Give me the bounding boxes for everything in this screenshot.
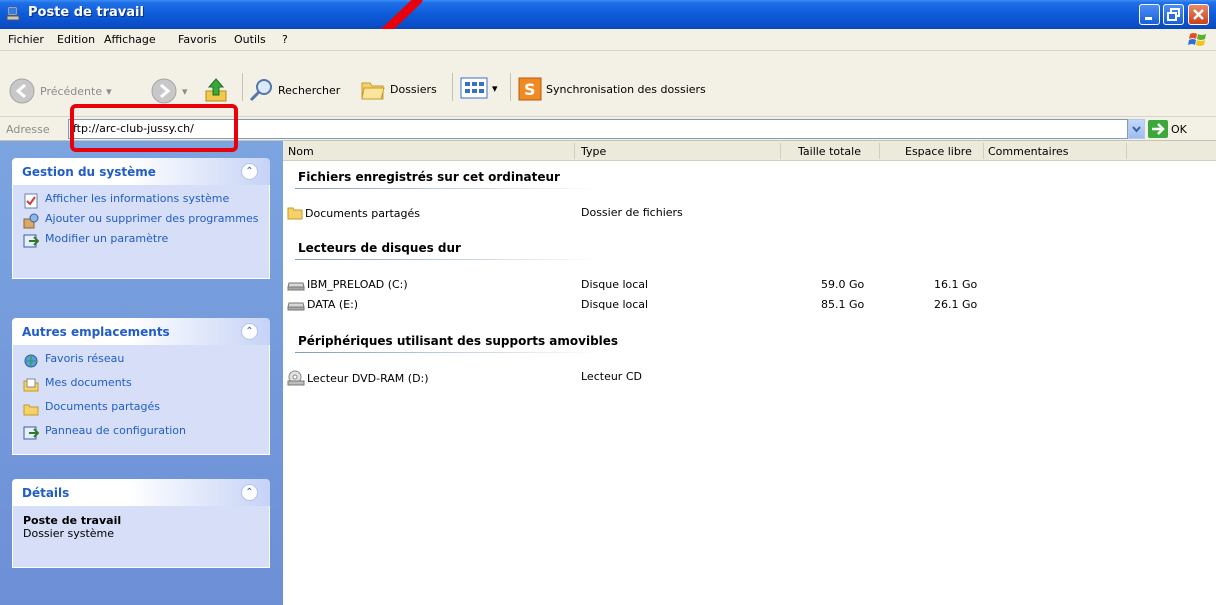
- details-panel: Détails ⌃ Poste de travail Dossier systè…: [12, 479, 270, 568]
- forward-arrow-icon: [151, 78, 177, 104]
- my-documents-icon: [23, 378, 39, 392]
- explorer-window: Poste de travail Fichier Edition Afficha…: [0, 0, 1216, 605]
- column-divider[interactable]: [1126, 143, 1127, 159]
- place-network[interactable]: Favoris réseau: [23, 353, 259, 369]
- collapse-chevron-icon[interactable]: ⌃: [241, 484, 258, 501]
- search-button[interactable]: Rechercher: [248, 77, 340, 103]
- group-divider: [295, 259, 600, 260]
- column-total-size[interactable]: Taille totale: [798, 145, 861, 158]
- windows-flag-icon: [1188, 33, 1206, 46]
- column-divider[interactable]: [983, 143, 984, 159]
- list-item[interactable]: Lecteur DVD-RAM (D:) Lecteur CD: [283, 369, 1216, 386]
- search-icon: [249, 79, 272, 102]
- menu-outils[interactable]: Outils: [234, 33, 266, 46]
- details-name: Poste de travail: [23, 514, 122, 527]
- column-divider[interactable]: [879, 143, 880, 159]
- svg-text:S: S: [524, 80, 536, 99]
- system-tasks-header[interactable]: Gestion du système ⌃: [12, 158, 270, 185]
- folder-icon: [287, 207, 303, 220]
- place-my-documents[interactable]: Mes documents: [23, 377, 259, 393]
- menu-help[interactable]: ?: [282, 33, 288, 46]
- system-info-icon: [24, 193, 38, 209]
- group-header: Fichiers enregistrés sur cet ordinateur: [298, 170, 560, 184]
- dvd-drive-icon: [287, 370, 305, 386]
- column-free-space[interactable]: Espace libre: [905, 145, 972, 158]
- list-item[interactable]: DATA (E:) Disque local 85.1 Go 26.1 Go: [283, 297, 1216, 313]
- add-remove-programs-icon: [23, 213, 39, 229]
- back-button[interactable]: Précédente ▾: [8, 77, 112, 105]
- place-control-panel[interactable]: Panneau de configuration: [23, 425, 259, 441]
- column-divider[interactable]: [574, 143, 575, 159]
- menu-favoris[interactable]: Favoris: [178, 33, 217, 46]
- list-item[interactable]: Documents partagés Dossier de fichiers: [283, 205, 1216, 221]
- sync-folders-button[interactable]: S Synchronisation des dossiers: [518, 77, 706, 101]
- list-item[interactable]: IBM_PRELOAD (C:) Disque local 59.0 Go 16…: [283, 277, 1216, 293]
- column-comments[interactable]: Commentaires: [988, 145, 1068, 158]
- menu-fichier[interactable]: Fichier: [8, 33, 44, 46]
- toolbar-separator: [510, 73, 511, 101]
- hard-drive-icon: [287, 282, 305, 290]
- details-header[interactable]: Détails ⌃: [12, 479, 270, 506]
- control-panel-icon: [23, 426, 39, 440]
- column-type[interactable]: Type: [581, 145, 606, 158]
- views-button[interactable]: ▾: [460, 77, 498, 99]
- chevron-down-icon: [1132, 126, 1141, 133]
- address-label: Adresse: [6, 123, 50, 136]
- task-add-remove-programs[interactable]: Ajouter ou supprimer des programmes: [23, 213, 259, 229]
- menu-edition[interactable]: Edition: [57, 33, 95, 46]
- go-arrow-icon: [1148, 120, 1168, 138]
- group-divider: [295, 188, 600, 189]
- up-folder-button[interactable]: [204, 77, 230, 103]
- collapse-chevron-icon[interactable]: ⌃: [241, 323, 258, 340]
- group-header: Périphériques utilisant des supports amo…: [298, 334, 619, 348]
- file-list-view: Nom Type Taille totale Espace libre Comm…: [283, 141, 1216, 605]
- task-pane: Gestion du système ⌃ Afficher les inform…: [0, 141, 283, 605]
- back-arrow-icon: [9, 78, 35, 104]
- column-header-row: Nom Type Taille totale Espace libre Comm…: [283, 141, 1216, 161]
- folder-icon: [23, 404, 39, 416]
- column-name[interactable]: Nom: [288, 145, 314, 158]
- folders-button[interactable]: Dossiers: [360, 77, 437, 101]
- other-places-header[interactable]: Autres emplacements ⌃: [12, 318, 270, 345]
- hard-drive-icon: [287, 302, 305, 310]
- views-icon: [460, 77, 488, 99]
- address-dropdown-button[interactable]: [1128, 119, 1145, 139]
- system-tasks-panel: Gestion du système ⌃ Afficher les inform…: [12, 158, 270, 279]
- sync-icon: S: [518, 77, 542, 101]
- place-shared-documents[interactable]: Documents partagés: [23, 401, 259, 417]
- menu-affichage[interactable]: Affichage: [104, 33, 156, 46]
- control-panel-icon: [23, 234, 39, 248]
- toolbar-separator: [242, 73, 243, 101]
- collapse-chevron-icon[interactable]: ⌃: [241, 163, 258, 180]
- task-system-info[interactable]: Afficher les informations système: [23, 193, 259, 209]
- other-places-panel: Autres emplacements ⌃ Favoris réseau Mes…: [12, 318, 270, 455]
- folders-icon: [361, 82, 385, 100]
- annotation-highlight-box: [70, 104, 238, 152]
- toolbar-separator: [452, 73, 453, 101]
- up-folder-icon: [205, 78, 227, 102]
- back-dropdown-icon[interactable]: ▾: [106, 85, 112, 98]
- forward-button[interactable]: ▾: [150, 77, 188, 105]
- go-button[interactable]: OK: [1148, 120, 1187, 138]
- task-change-setting[interactable]: Modifier un paramètre: [23, 233, 259, 249]
- column-divider[interactable]: [780, 143, 781, 159]
- menu-bar: Fichier Edition Affichage Favoris Outils…: [0, 29, 1216, 51]
- forward-dropdown-icon[interactable]: ▾: [182, 85, 188, 98]
- group-divider: [295, 352, 600, 353]
- group-header: Lecteurs de disques dur: [298, 241, 461, 255]
- details-type: Dossier système: [23, 527, 115, 540]
- views-dropdown-icon: ▾: [492, 81, 498, 95]
- network-places-icon: [24, 354, 38, 368]
